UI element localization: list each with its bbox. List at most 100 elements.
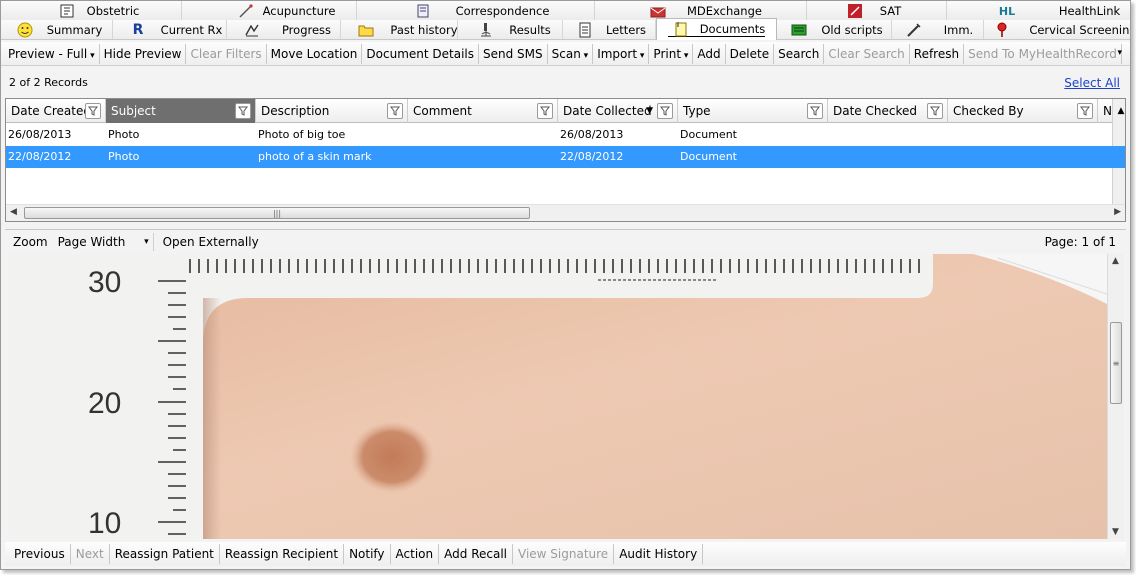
move-location-button[interactable]: Move Location [267,43,363,64]
tab-old-scripts[interactable]: Old scripts [777,20,892,39]
cell-date-collected: 26/08/2013 [560,128,624,141]
filter-icon[interactable] [657,103,673,119]
next-button[interactable]: Next [71,544,110,564]
filter-icon[interactable] [927,103,943,119]
scrollbar-thumb[interactable]: ||| [24,207,530,219]
column-header-subject[interactable]: Subject [106,99,256,123]
tab-obstetric[interactable]: Obstetric [1,1,182,20]
column-header-comment[interactable]: Comment [408,99,558,123]
cell-comment [408,146,558,168]
document-details-button[interactable]: Document Details [362,43,479,64]
send-sms-button[interactable]: Send SMS [479,43,548,64]
import-dropdown[interactable]: Import [593,43,650,64]
send-to-myhealthrecord-button[interactable]: Send To MyHealthRecord [964,43,1122,64]
tab-sat[interactable]: SAT [807,1,947,20]
scan-dropdown[interactable]: Scan [548,43,594,64]
tab-past-history[interactable]: Past history [341,20,458,39]
ruler-label-10: 10 [88,507,121,539]
filter-icon[interactable] [235,103,251,119]
toolbar-overflow-icon[interactable]: ▾ [1117,48,1122,58]
print-dropdown[interactable]: Print [649,43,694,64]
cell-date-created: 22/08/2012 [8,150,72,163]
tab-summary[interactable]: Summary [1,20,113,39]
column-header-type[interactable]: Type [678,99,828,123]
column-header-checked-by[interactable]: Checked By [948,99,1098,123]
folder-icon [358,22,374,38]
tab-current-rx[interactable]: R Current Rx [113,20,227,39]
select-all-link[interactable]: Select All [1064,76,1120,90]
microscope-icon [478,22,494,38]
obstetric-icon [59,3,75,19]
tab-cervical-screening[interactable]: Cervical Screening [984,20,1130,39]
tab-label: Obstetric [86,3,140,18]
filter-icon[interactable] [85,103,101,119]
search-button[interactable]: Search [774,43,825,64]
tab-results[interactable]: Results [458,20,563,39]
tab-imm[interactable]: Imm. [892,20,984,39]
column-label: Type [683,104,711,118]
reassign-patient-button[interactable]: Reassign Patient [110,544,220,564]
tab-acupuncture[interactable]: Acupuncture [182,1,357,20]
main-toolbar: Preview - Full Hide Preview Clear Filter… [1,42,1130,66]
refresh-button[interactable]: Refresh [910,43,965,64]
filter-icon[interactable] [537,103,553,119]
tab-correspondence[interactable]: Correspondence [357,1,595,20]
column-label: Date Collected [563,104,652,118]
delete-button[interactable]: Delete [726,43,775,64]
scrollbar-thumb[interactable]: ≡ [1110,322,1122,404]
notify-button[interactable]: Notify [344,544,391,564]
cell-checked-by [948,146,1098,168]
clear-search-button[interactable]: Clear Search [824,43,910,64]
tab-healthlink[interactable]: HL HealthLink [947,1,1130,20]
scroll-down-arrow-icon[interactable]: ▼ [1112,527,1119,537]
add-recall-button[interactable]: Add Recall [439,544,513,564]
viewer-vertical-scrollbar[interactable]: ▲ ≡ ▼ [1107,254,1124,539]
documents-grid: Date Created Subject Description Comment… [5,98,1126,222]
column-label: Subject [111,104,156,118]
column-header-description[interactable]: Description [256,99,408,123]
rx-icon: R [132,22,144,38]
table-row-selected[interactable]: 22/08/2012 Photo photo of a skin mark 22… [6,146,1125,168]
grid-horizontal-scrollbar[interactable]: ◀ ||| ▶ [6,204,1125,221]
column-header-date-created[interactable]: Date Created [6,99,106,123]
tab-letters[interactable]: Letters [563,20,656,39]
cell-subject: Photo [108,128,140,141]
sat-icon [847,3,863,19]
cell-type: Document [680,128,737,141]
add-button[interactable]: Add [693,43,726,64]
cervical-screening-icon [994,22,1010,38]
view-signature-button[interactable]: View Signature [513,544,615,564]
cell-subject: Photo [108,150,140,163]
tab-documents[interactable]: Documents [656,18,777,40]
audit-history-button[interactable]: Audit History [614,544,704,564]
ruler-label-20: 20 [88,387,121,420]
tab-progress[interactable]: Progress [227,20,341,39]
scroll-right-arrow-icon[interactable]: ▶ [1114,207,1121,217]
filter-icon[interactable] [387,103,403,119]
scroll-left-arrow-icon[interactable]: ◀ [10,207,17,217]
hide-preview-button[interactable]: Hide Preview [100,43,187,64]
preview-full-dropdown[interactable]: Preview - Full [4,43,100,64]
column-label: Description [261,104,330,118]
reassign-recipient-button[interactable]: Reassign Recipient [220,544,345,564]
scroll-up-arrow-icon[interactable]: ▲ [1112,256,1119,266]
tab-strip-bottom: Summary R Current Rx Progress Past histo… [1,18,1130,40]
previous-button[interactable]: Previous [9,544,71,564]
document-preview[interactable]: 30 20 10 [8,254,1107,539]
cell-date-checked [828,146,948,168]
open-externally-button[interactable]: Open Externally [163,235,259,249]
filter-icon[interactable] [1077,103,1093,119]
sort-descending-icon[interactable]: ▼ [646,99,653,123]
zoom-select[interactable]: Page Width [53,232,154,251]
column-header-date-collected[interactable]: Date Collected ▼ [558,99,678,123]
table-row[interactable]: 26/08/2013 Photo Photo of big toe 26/08/… [6,124,1125,146]
filter-icon[interactable] [807,103,823,119]
clear-filters-button[interactable]: Clear Filters [186,43,267,64]
column-label: Comment [413,104,472,118]
skin-mark [350,421,434,493]
column-header-date-checked[interactable]: Date Checked [828,99,948,123]
record-count: 2 of 2 Records [9,76,88,89]
action-button[interactable]: Action [391,544,440,564]
grid-header: Date Created Subject Description Comment… [6,99,1125,221]
app-window: Obstetric Acupuncture Correspondence MDE… [0,0,1131,570]
